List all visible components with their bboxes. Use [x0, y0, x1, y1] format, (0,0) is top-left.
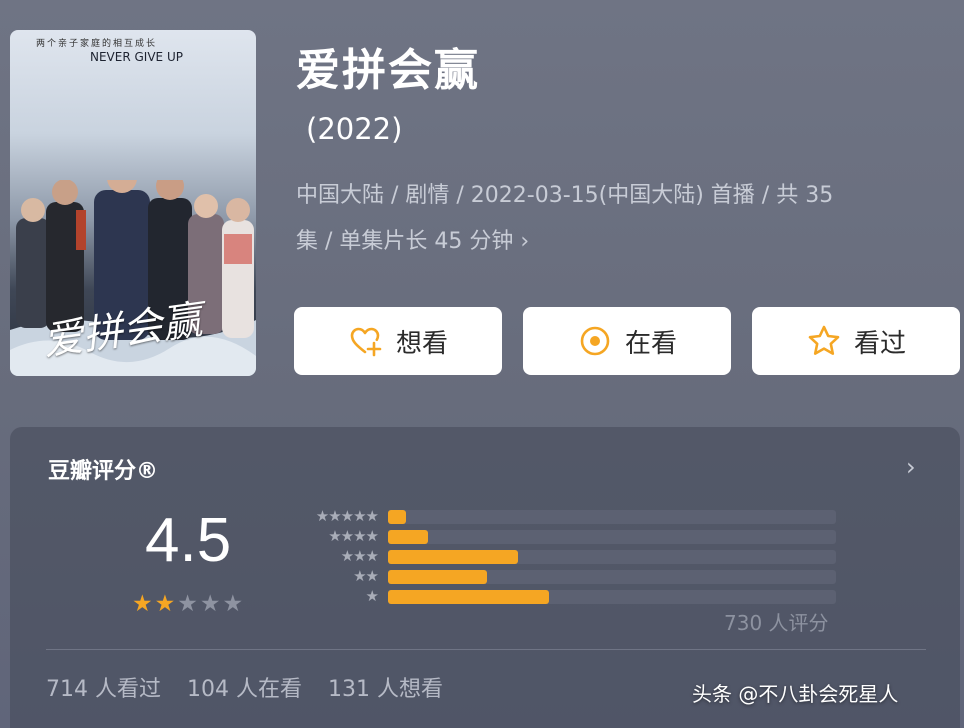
distribution-stars-label: ★★★★★ [315, 507, 379, 525]
star-empty-icon: ★ [222, 591, 244, 617]
distribution-bar-track [388, 550, 836, 564]
rating-stars: ★ ★ ★ ★ ★ [132, 593, 243, 616]
poster-top-text: 两个亲子家庭的相互成长 [36, 39, 158, 49]
watching-label: 在看 [624, 328, 677, 359]
distribution-stars-label: ★★★★ [328, 527, 379, 545]
want-count[interactable]: 131 人想看 [328, 671, 443, 703]
distribution-bar-track [388, 510, 836, 524]
distribution-stars-label: ★ [365, 587, 379, 605]
rating-score: 4.5 [145, 506, 232, 575]
want-to-watch-button[interactable]: 想看 [294, 307, 502, 375]
star-filled-icon: ★ [132, 591, 153, 617]
target-circle-icon [580, 326, 610, 356]
watched-button[interactable]: 看过 [752, 307, 960, 375]
star-outline-icon [808, 325, 840, 355]
distribution-stars-label: ★★★ [340, 547, 379, 565]
distribution-bar-fill [388, 570, 487, 584]
distribution-bar-fill [388, 550, 518, 564]
star-filled-icon: ★ [154, 591, 176, 617]
want-to-watch-label: 想看 [395, 328, 448, 359]
distribution-bar-track [388, 570, 836, 584]
poster-tagline: NEVER GIVE UP [90, 50, 183, 64]
watermark: 头条 @不八卦会死星人 [692, 682, 899, 706]
poster-image[interactable]: 两个亲子家庭的相互成长 NEVER GIVE UP 爱拼会赢 [10, 30, 256, 376]
show-title: 爱拼会赢 [296, 45, 480, 96]
rating-count: 730 人评分 [724, 611, 829, 635]
watched-label: 看过 [853, 328, 906, 359]
show-meta-line-continued[interactable]: 集 / 单集片长 45 分钟 › [296, 220, 956, 264]
star-empty-icon: ★ [177, 591, 198, 617]
distribution-bar-track [388, 530, 836, 544]
show-meta-line[interactable]: 中国大陆 / 剧情 / 2022-03-15(中国大陆) 首播 / 共 35 [296, 174, 956, 218]
distribution-bar-track [388, 590, 836, 604]
watching-count[interactable]: 104 人在看 [187, 671, 302, 703]
heart-plus-icon [350, 327, 382, 357]
watched-count[interactable]: 714 人看过 [46, 671, 161, 703]
show-year: (2022) [306, 112, 403, 146]
divider [46, 649, 926, 650]
distribution-bar-fill [388, 510, 406, 524]
distribution-stars-label: ★★ [353, 567, 379, 585]
watching-button[interactable]: 在看 [523, 307, 731, 375]
distribution-bar-fill [388, 530, 428, 544]
star-empty-icon: ★ [199, 591, 221, 617]
chevron-right-icon[interactable]: › [906, 453, 916, 481]
rating-title: 豆瓣评分® [48, 459, 159, 484]
viewer-stats: 714 人看过 104 人在看 131 人想看 [46, 671, 443, 703]
distribution-bar-fill [388, 590, 549, 604]
